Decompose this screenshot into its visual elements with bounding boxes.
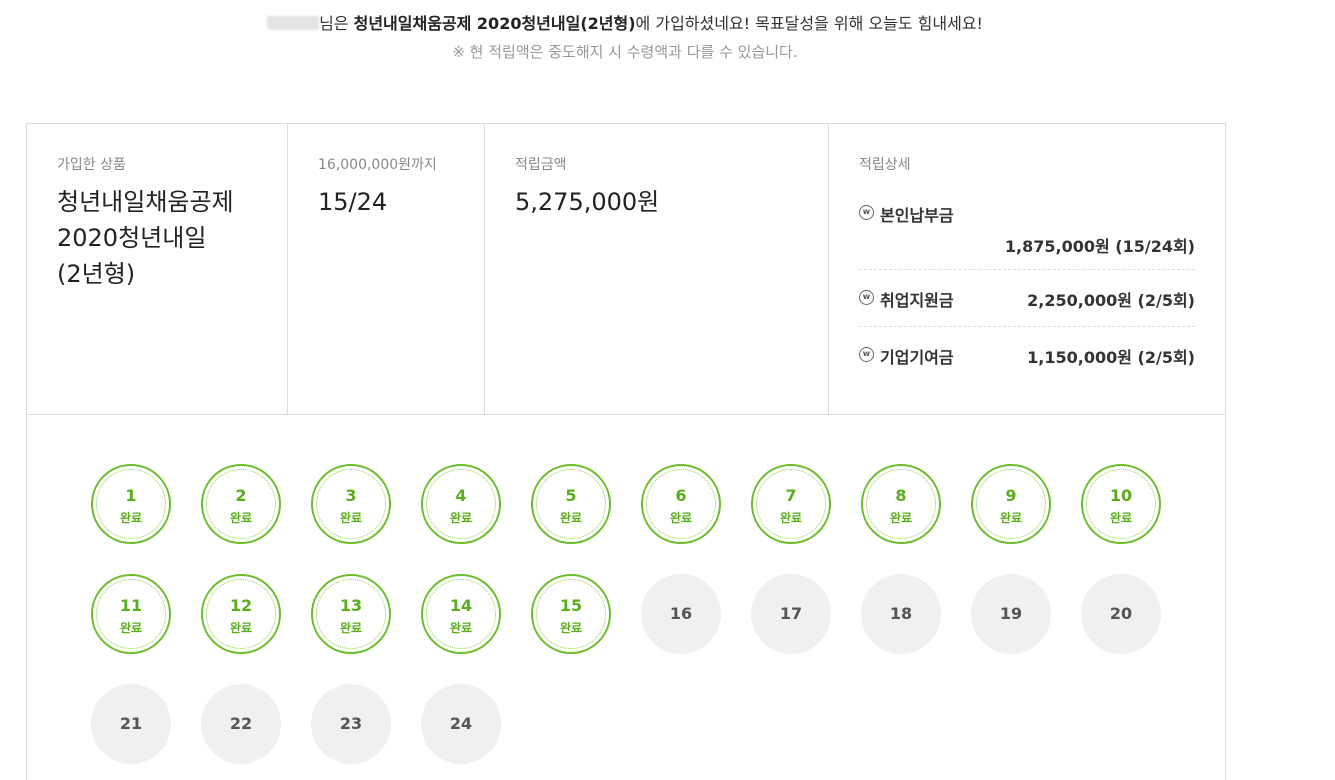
installment-number: 10 [1109, 486, 1133, 505]
installment-number: 16 [669, 604, 693, 623]
installment-12-completed: 12 완료 [201, 574, 281, 654]
installment-status: 완료 [339, 511, 363, 525]
installment-number: 2 [235, 486, 247, 505]
savings-panel: 가입한 상품 청년내일채움공제 2020청년내일 (2년형) 16,000,00… [26, 123, 1226, 780]
installment-status: 완료 [1109, 511, 1133, 525]
installment-19-pending: 19 [971, 574, 1051, 654]
installment-status: 완료 [119, 511, 143, 525]
installment-number: 17 [779, 604, 803, 623]
installment-status: 완료 [229, 511, 253, 525]
installment-number: 18 [889, 604, 913, 623]
installment-status: 완료 [229, 621, 253, 635]
goal-label: 16,000,000원까지 [318, 157, 437, 173]
disclaimer: ※ 현 적립액은 중도해지 시 수령액과 다를 수 있습니다. [452, 43, 798, 61]
product-name-bold: 청년내일채움공제 2020청년내일(2년형) [353, 14, 636, 33]
detail-row-self-payment: w 본인납부금 1,875,000원 (15/24회) [859, 198, 1195, 270]
product-label: 가입한 상품 [57, 157, 126, 173]
amount-label: 적립금액 [515, 157, 567, 173]
installment-13-completed: 13 완료 [311, 574, 391, 654]
installment-10-completed: 10 완료 [1081, 464, 1161, 544]
installment-4-completed: 4 완료 [421, 464, 501, 544]
installment-22-pending: 22 [201, 684, 281, 764]
installment-3-completed: 3 완료 [311, 464, 391, 544]
detail-column: 적립상세 w 본인납부금 1,875,000원 (15/24회) w 취업지원금… [829, 124, 1225, 414]
installment-8-completed: 8 완료 [861, 464, 941, 544]
installment-status: 완료 [779, 511, 803, 525]
installment-number: 12 [229, 596, 253, 615]
product-value: 청년내일채움공제 2020청년내일 (2년형) [57, 188, 234, 288]
installment-status: 완료 [339, 621, 363, 635]
installment-number: 7 [785, 486, 797, 505]
installment-status: 완료 [999, 511, 1023, 525]
installment-number: 11 [119, 596, 143, 615]
installment-number: 6 [675, 486, 687, 505]
amount-column: 적립금액 5,275,000원 [485, 124, 829, 414]
installment-16-pending: 16 [641, 574, 721, 654]
detail-label: 적립상세 [859, 157, 911, 173]
installment-18-pending: 18 [861, 574, 941, 654]
installment-number: 24 [449, 714, 473, 733]
welcome-message: 님은 청년내일채움공제 2020청년내일(2년형)에 가입하셨네요! 목표달성을… [0, 12, 1250, 36]
installment-14-completed: 14 완료 [421, 574, 501, 654]
installment-number: 9 [1005, 486, 1017, 505]
amount-value: 5,275,000원 [515, 188, 660, 216]
installment-15-completed: 15 완료 [531, 574, 611, 654]
installment-status: 완료 [889, 511, 913, 525]
installment-21-pending: 21 [91, 684, 171, 764]
installment-number: 22 [229, 714, 253, 733]
installment-number: 15 [559, 596, 583, 615]
installment-status: 완료 [669, 511, 693, 525]
installment-number: 21 [119, 714, 143, 733]
installment-5-completed: 5 완료 [531, 464, 611, 544]
installment-24-pending: 24 [421, 684, 501, 764]
product-column: 가입한 상품 청년내일채움공제 2020청년내일 (2년형) [27, 124, 288, 414]
installment-11-completed: 11 완료 [91, 574, 171, 654]
won-coin-icon: w [859, 290, 874, 305]
installment-23-pending: 23 [311, 684, 391, 764]
installment-number: 4 [455, 486, 467, 505]
installment-status: 완료 [559, 621, 583, 635]
detail-row-employment-support: w 취업지원금 2,250,000원 (2/5회) [859, 270, 1195, 327]
progress-column: 16,000,000원까지 15/24 [288, 124, 485, 414]
installment-17-pending: 17 [751, 574, 831, 654]
installment-number: 3 [345, 486, 357, 505]
installment-20-pending: 20 [1081, 574, 1161, 654]
installment-7-completed: 7 완료 [751, 464, 831, 544]
detail-list: w 본인납부금 1,875,000원 (15/24회) w 취업지원금 2,25… [859, 198, 1195, 384]
progress-value: 15/24 [318, 188, 388, 216]
detail-row-company-contribution: w 기업기여금 1,150,000원 (2/5회) [859, 327, 1195, 384]
installment-9-completed: 9 완료 [971, 464, 1051, 544]
installment-number: 1 [125, 486, 137, 505]
installment-6-completed: 6 완료 [641, 464, 721, 544]
won-coin-icon: w [859, 347, 874, 362]
installment-status: 완료 [119, 621, 143, 635]
installment-number: 20 [1109, 604, 1133, 623]
installment-1-completed: 1 완료 [91, 464, 171, 544]
installment-number: 13 [339, 596, 363, 615]
installment-status: 완료 [559, 511, 583, 525]
notice: 님은 청년내일채움공제 2020청년내일(2년형)에 가입하셨네요! 목표달성을… [0, 12, 1250, 64]
installment-number: 8 [895, 486, 907, 505]
installment-status: 완료 [449, 511, 473, 525]
installment-status: 완료 [449, 621, 473, 635]
installment-number: 5 [565, 486, 577, 505]
installment-number: 14 [449, 596, 473, 615]
masked-user-name [267, 16, 320, 30]
installment-number: 23 [339, 714, 363, 733]
summary-row: 가입한 상품 청년내일채움공제 2020청년내일 (2년형) 16,000,00… [27, 124, 1225, 415]
won-coin-icon: w [859, 205, 874, 220]
installment-number: 19 [999, 604, 1023, 623]
installment-2-completed: 2 완료 [201, 464, 281, 544]
